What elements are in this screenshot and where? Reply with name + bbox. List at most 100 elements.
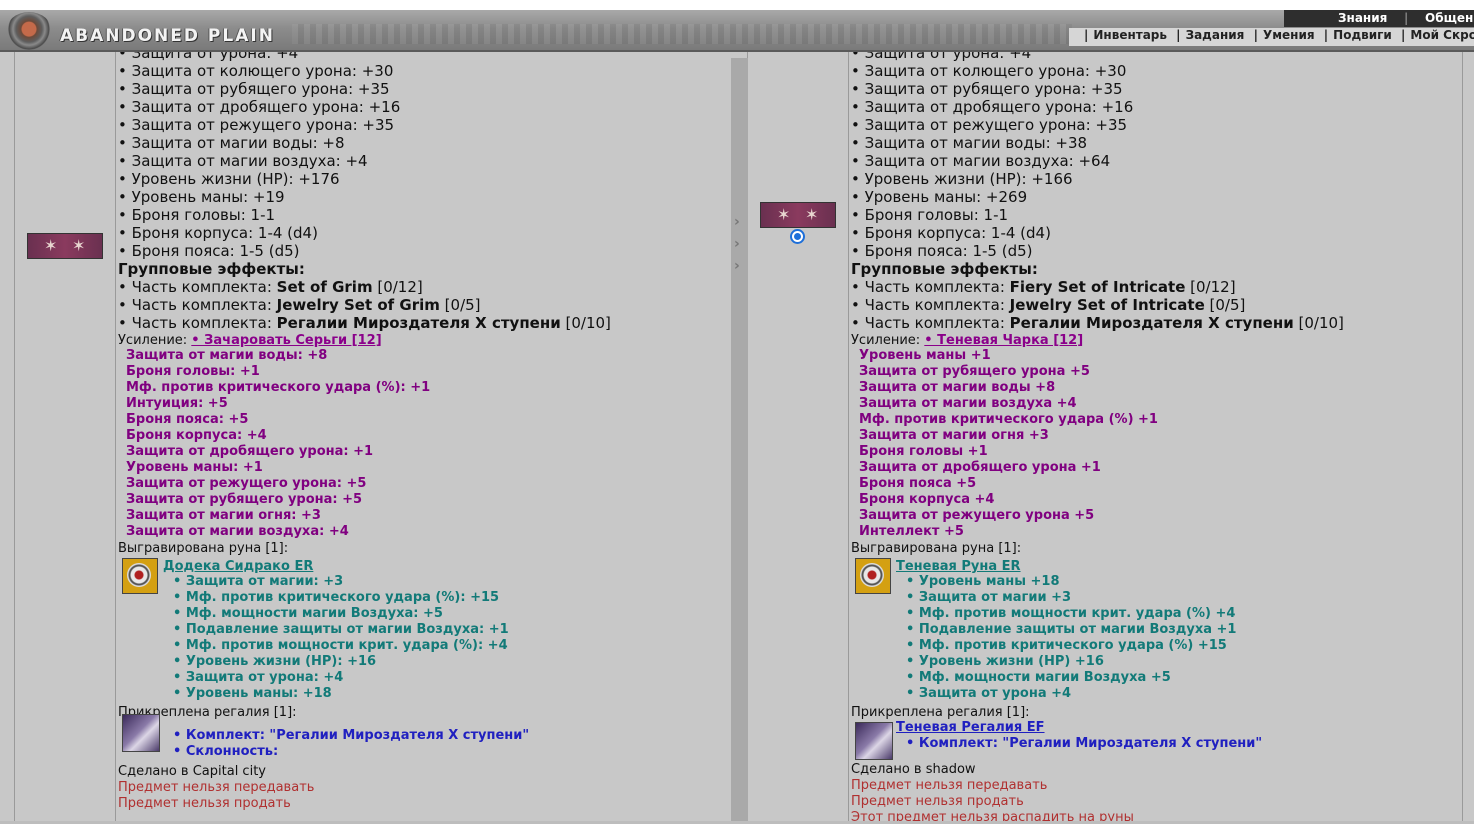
- left-earrings-icon[interactable]: [27, 233, 103, 259]
- stat-line: • Защита от урона: +4: [118, 52, 299, 62]
- rune-stat: • Мф. мощности магии Воздуха: +5: [173, 606, 443, 621]
- enhance-stat: Уровень маны +1: [859, 348, 991, 363]
- stat-line: • Защита от режущего урона: +35: [851, 116, 1128, 134]
- enhance-line: Усиление: • Зачаровать Серьги [12]: [118, 333, 382, 349]
- regalia-label: Прикреплена регалия [1]:: [851, 705, 1030, 720]
- enhance-stat: Защита от рубящего урона +5: [859, 364, 1090, 379]
- set-prefix: • Часть комплекта:: [118, 314, 277, 332]
- enhance-stat: Защита от рубящего урона: +5: [126, 492, 363, 507]
- made-in: Сделано в shadow: [851, 762, 976, 777]
- right-earrings-icon[interactable]: [760, 202, 836, 228]
- set-count: [0/5]: [439, 296, 481, 314]
- enhance-stat: Мф. против критического удара (%): +1: [126, 380, 431, 395]
- enhance-link[interactable]: • Теневая Чарка [12]: [924, 333, 1083, 348]
- stat-line: • Защита от урона: +4: [851, 52, 1032, 62]
- made-in: Сделано в Capital city: [118, 764, 266, 779]
- rune-stat: • Защита от магии +3: [906, 590, 1072, 605]
- nav-my-scroll[interactable]: Мой Скрол: [1410, 28, 1474, 42]
- gear-emblem-icon[interactable]: [6, 12, 52, 50]
- set-name: Set of Grim: [276, 278, 373, 296]
- stat-line: • Защита от магии воздуха: +64: [851, 152, 1111, 170]
- set-line: • Часть комплекта: Set of Grim [0/12]: [118, 278, 423, 296]
- set-prefix: • Часть комплекта:: [851, 314, 1010, 332]
- stat-line: • Защита от режущего урона: +35: [118, 116, 395, 134]
- rune-stat: • Подавление защиты от магии Воздуха +1: [906, 622, 1237, 637]
- rune-stat: • Защита от урона: +4: [173, 670, 344, 685]
- set-count: [0/5]: [1204, 296, 1246, 314]
- set-line: • Часть комплекта: Jewelry Set of Intric…: [851, 296, 1245, 314]
- enhance-stat: Защита от магии воды: +8: [126, 348, 328, 363]
- stat-line: • Защита от рубящего урона: +35: [118, 80, 390, 98]
- group-effects-heading: Групповые эффекты:: [118, 260, 305, 278]
- rune-name-link[interactable]: Додека Сидрако ER: [163, 559, 313, 575]
- nav-inventory[interactable]: Инвентарь: [1093, 28, 1167, 42]
- group-effects-heading: Групповые эффекты:: [851, 260, 1038, 278]
- enhance-stat: Защита от магии огня: +3: [126, 508, 321, 523]
- enhance-label: Усиление:: [851, 333, 925, 348]
- rune-stat: • Уровень маны +18: [906, 574, 1060, 589]
- set-name: Jewelry Set of Intricate: [1009, 296, 1205, 314]
- rune-stat: • Мф. мощности магии Воздуха +5: [906, 670, 1171, 685]
- nav-quests[interactable]: Задания: [1186, 28, 1245, 42]
- enhance-link[interactable]: • Зачаровать Серьги [12]: [191, 333, 381, 348]
- enhance-stat: Защита от дробящего урона: +1: [126, 444, 374, 459]
- nav-achievements[interactable]: Подвиги: [1333, 28, 1392, 42]
- set-name: Регалии Мироздателя X ступени: [1009, 314, 1294, 332]
- select-radio-button[interactable]: [790, 229, 805, 244]
- nav-community[interactable]: Общен: [1425, 11, 1473, 25]
- stat-line: • Уровень маны: +269: [851, 188, 1028, 206]
- right-item-icon-column: [747, 52, 849, 822]
- set-count: [0/12]: [372, 278, 423, 296]
- enhance-stat: Мф. против критического удара (%) +1: [859, 412, 1158, 427]
- enhance-stat: Защита от режущего урона +5: [859, 508, 1095, 523]
- enhance-stat: Защита от магии воды +8: [859, 380, 1056, 395]
- set-prefix: • Часть комплекта:: [118, 296, 277, 314]
- stat-line: • Защита от магии воды: +38: [851, 134, 1088, 152]
- rune-icon: [855, 558, 891, 594]
- stat-line: • Защита от рубящего урона: +35: [851, 80, 1123, 98]
- brand-title[interactable]: ABANDONED PLAIN: [60, 26, 275, 46]
- set-count: [0/12]: [1185, 278, 1236, 296]
- compare-divider[interactable]: › › ›: [731, 58, 748, 822]
- rune-stat: • Подавление защиты от магии Воздуха: +1: [173, 622, 509, 637]
- enhance-stat: Броня пояса +5: [859, 476, 977, 491]
- regalia-name-link[interactable]: Теневая Регалия EF: [896, 720, 1045, 736]
- enhance-stat: Броня корпуса: +4: [126, 428, 267, 443]
- set-line: • Часть комплекта: Регалии Мироздателя X…: [118, 314, 611, 332]
- top-nav-bar: Знания | Общен: [1284, 10, 1474, 27]
- set-count: [0/10]: [1293, 314, 1344, 332]
- set-prefix: • Часть комплекта:: [851, 296, 1010, 314]
- enhance-stat: Уровень маны: +1: [126, 460, 263, 475]
- item-compare-area: › › › • Защита от урона: +4• Защита от к…: [0, 52, 1474, 822]
- stat-line: • Уровень жизни (HP): +176: [118, 170, 340, 188]
- set-name: Регалии Мироздателя X ступени: [276, 314, 561, 332]
- enhance-label: Усиление:: [118, 333, 192, 348]
- stat-line: • Броня головы: 1-1: [851, 206, 1009, 224]
- set-count: [0/10]: [560, 314, 611, 332]
- rune-stat: • Мф. против мощности крит. удара (%) +4: [906, 606, 1236, 621]
- nav-knowledge[interactable]: Знания: [1338, 11, 1387, 25]
- main-nav-bar: | Инвентарь | Задания | Умения | Подвиги | Мо…: [1069, 28, 1474, 46]
- stat-line: • Защита от дробящего урона: +16: [851, 98, 1134, 116]
- enhance-stat: Защита от дробящего урона +1: [859, 460, 1101, 475]
- rune-stat: • Мф. против критического удара (%): +15: [173, 590, 500, 605]
- enhance-stat: Защита от режущего урона: +5: [126, 476, 367, 491]
- header-decoration: [292, 24, 1072, 44]
- restriction-line: Предмет нельзя передавать: [118, 780, 315, 795]
- nav-skills[interactable]: Умения: [1263, 28, 1315, 42]
- stat-line: • Защита от магии воздуха: +4: [118, 152, 368, 170]
- enhance-stat: Броня пояса: +5: [126, 412, 249, 427]
- set-line: • Часть комплекта: Fiery Set of Intricat…: [851, 278, 1236, 296]
- set-line: • Часть комплекта: Регалии Мироздателя X…: [851, 314, 1344, 332]
- chevron-right-icon: ›: [734, 258, 740, 274]
- rune-name-link[interactable]: Теневая Руна ER: [896, 559, 1021, 575]
- enhance-stat: Защита от магии воздуха +4: [859, 396, 1077, 411]
- rune-label: Выгравирована руна [1]:: [851, 541, 1022, 556]
- set-name: Fiery Set of Intricate: [1009, 278, 1186, 296]
- rune-stat: • Мф. против мощности крит. удара (%): +…: [173, 638, 508, 653]
- stat-line: • Уровень жизни (HP): +166: [851, 170, 1073, 188]
- set-prefix: • Часть комплекта:: [118, 278, 277, 296]
- stat-line: • Защита от колющего урона: +30: [851, 62, 1127, 80]
- regalia-stat: • Склонность:: [173, 744, 279, 759]
- stat-line: • Уровень маны: +19: [118, 188, 285, 206]
